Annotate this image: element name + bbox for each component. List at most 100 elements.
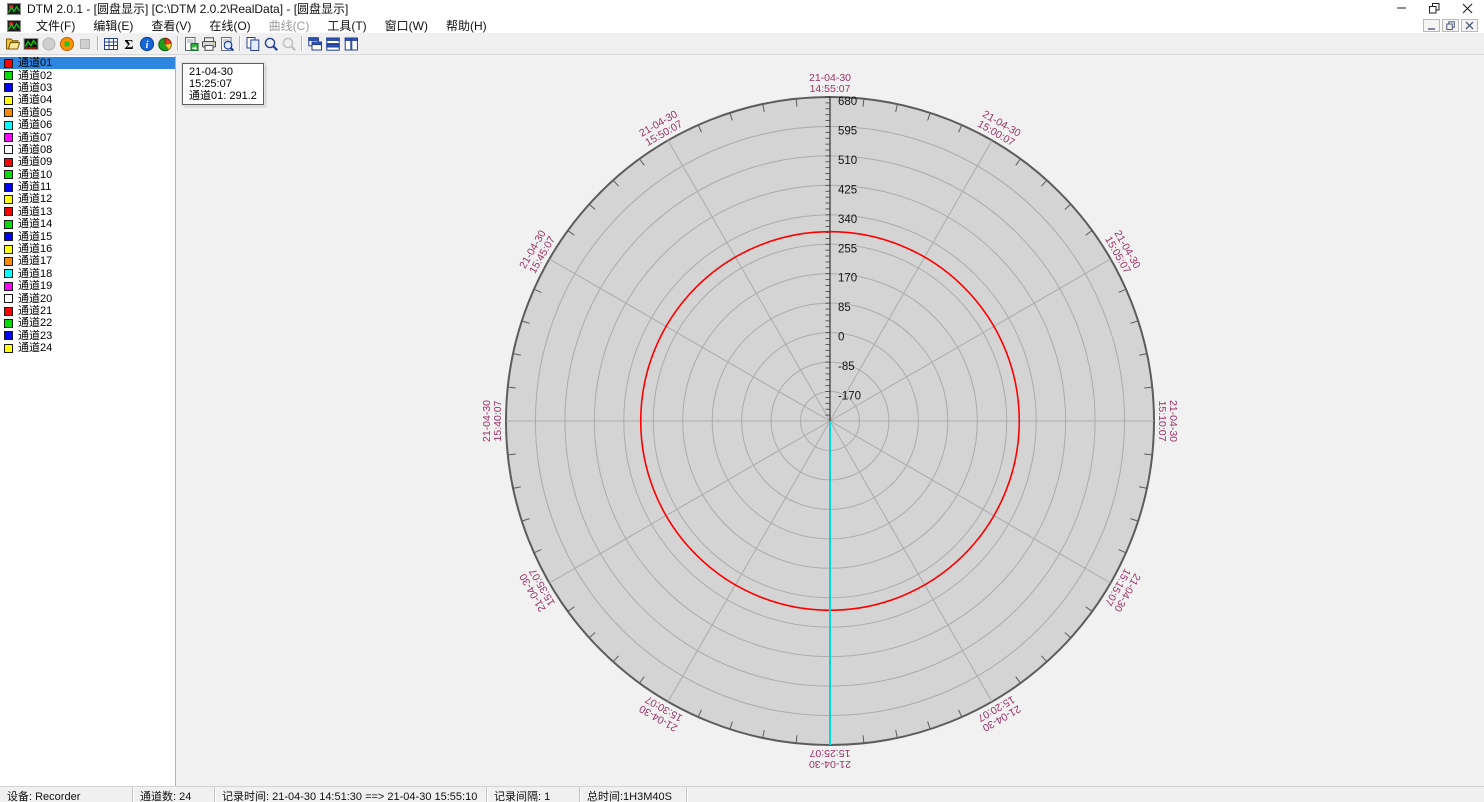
channel-label: 通道15: [18, 231, 52, 243]
value-tick-label: 425: [838, 184, 857, 196]
channel-color-swatch: [4, 245, 13, 254]
menu-item-7[interactable]: 窗口(W): [376, 17, 437, 34]
info-icon[interactable]: i: [138, 35, 156, 53]
channel-item-9[interactable]: 通道09: [0, 156, 175, 168]
channel-item-6[interactable]: 通道06: [0, 119, 175, 131]
copy-icon[interactable]: [244, 35, 262, 53]
channel-item-16[interactable]: 通道16: [0, 243, 175, 255]
channel-color-swatch: [4, 232, 13, 241]
export-icon[interactable]: [182, 35, 200, 53]
toolbar-separator: [239, 36, 241, 51]
cascade-icon[interactable]: [306, 35, 324, 53]
channel-item-4[interactable]: 通道04: [0, 94, 175, 106]
mdi-restore-button[interactable]: [1442, 19, 1459, 32]
channel-label: 通道13: [18, 206, 52, 218]
menu-item-3[interactable]: 查看(V): [142, 17, 200, 34]
channel-color-swatch: [4, 83, 13, 92]
channel-label: 通道14: [18, 218, 52, 230]
open-file-icon[interactable]: [4, 35, 22, 53]
menu-item-4[interactable]: 在线(O): [200, 17, 259, 34]
record-icon[interactable]: [58, 35, 76, 53]
pie-chart-icon[interactable]: [156, 35, 174, 53]
channel-label: 通道01: [18, 57, 52, 69]
menu-bar: 文件(F)编辑(E)查看(V)在线(O)曲线(C)工具(T)窗口(W)帮助(H): [0, 17, 1484, 33]
restore-button[interactable]: [1418, 0, 1451, 17]
value-tooltip: 21-04-30 15:25:07 通道01: 291.2: [182, 63, 264, 105]
minimize-button[interactable]: [1385, 0, 1418, 17]
toolbar-separator: [301, 36, 303, 51]
channel-item-22[interactable]: 通道22: [0, 317, 175, 329]
mdi-child-icon[interactable]: [7, 20, 21, 32]
channel-color-swatch: [4, 108, 13, 117]
menu-item-5: 曲线(C): [260, 17, 319, 34]
status-filler: [687, 787, 1484, 802]
status-bar: 设备: Recorder通道数: 24记录时间: 21-04-30 14:51:…: [0, 786, 1484, 802]
channel-item-3[interactable]: 通道03: [0, 82, 175, 94]
sum-icon[interactable]: Σ: [120, 35, 138, 53]
channel-item-13[interactable]: 通道13: [0, 206, 175, 218]
svg-text:Σ: Σ: [124, 38, 133, 52]
channel-label: 通道23: [18, 330, 52, 342]
channel-label: 通道24: [18, 342, 52, 354]
print-icon[interactable]: [200, 35, 218, 53]
channel-item-2[interactable]: 通道02: [0, 69, 175, 81]
channel-item-18[interactable]: 通道18: [0, 268, 175, 280]
channel-label: 通道20: [18, 293, 52, 305]
mdi-close-button[interactable]: [1461, 19, 1478, 32]
graph-icon[interactable]: [22, 35, 40, 53]
svg-text:i: i: [146, 40, 149, 51]
menu-item-1[interactable]: 文件(F): [27, 17, 84, 34]
channel-label: 通道06: [18, 119, 52, 131]
channel-item-7[interactable]: 通道07: [0, 131, 175, 143]
channel-item-15[interactable]: 通道15: [0, 230, 175, 242]
channel-label: 通道16: [18, 243, 52, 255]
tooltip-channel-value: 通道01: 291.2: [189, 90, 257, 102]
channel-color-swatch: [4, 344, 13, 353]
channel-item-21[interactable]: 通道21: [0, 305, 175, 317]
channel-color-swatch: [4, 96, 13, 105]
tile-vertical-icon[interactable]: [342, 35, 360, 53]
channel-item-5[interactable]: 通道05: [0, 107, 175, 119]
channel-color-swatch: [4, 170, 13, 179]
channel-item-17[interactable]: 通道17: [0, 255, 175, 267]
channel-item-8[interactable]: 通道08: [0, 144, 175, 156]
svg-text:15:40:07: 15:40:07: [492, 400, 504, 441]
table-icon[interactable]: [102, 35, 120, 53]
channel-label: 通道08: [18, 144, 52, 156]
channel-item-12[interactable]: 通道12: [0, 193, 175, 205]
channel-item-19[interactable]: 通道19: [0, 280, 175, 292]
preview-icon[interactable]: [218, 35, 236, 53]
channel-color-swatch: [4, 331, 13, 340]
svg-text:14:55:07: 14:55:07: [810, 83, 851, 95]
channel-item-14[interactable]: 通道14: [0, 218, 175, 230]
disc-chart[interactable]: 680595510425340255170850-85-17021-04-301…: [177, 56, 1484, 786]
channel-item-10[interactable]: 通道10: [0, 169, 175, 181]
status-section-3: 记录时间: 21-04-30 14:51:30 ==> 21-04-30 15:…: [215, 787, 487, 802]
svg-text:15:25:07: 15:25:07: [809, 747, 850, 759]
channel-label: 通道05: [18, 107, 52, 119]
close-button[interactable]: [1451, 0, 1484, 17]
channel-item-1[interactable]: 通道01: [0, 57, 175, 69]
channel-label: 通道02: [18, 70, 52, 82]
channel-label: 通道18: [18, 268, 52, 280]
channel-item-11[interactable]: 通道11: [0, 181, 175, 193]
tile-horizontal-icon[interactable]: [324, 35, 342, 53]
channel-item-23[interactable]: 通道23: [0, 330, 175, 342]
channel-color-swatch: [4, 257, 13, 266]
tooltip-time: 15:25:07: [189, 78, 257, 90]
menu-item-2[interactable]: 编辑(E): [84, 17, 142, 34]
channel-label: 通道09: [18, 156, 52, 168]
channel-item-24[interactable]: 通道24: [0, 342, 175, 354]
menu-item-6[interactable]: 工具(T): [318, 17, 375, 34]
channel-color-swatch: [4, 207, 13, 216]
title-bar: DTM 2.0.1 - [圆盘显示] [C:\DTM 2.0.2\RealDat…: [0, 0, 1484, 17]
zoom-icon[interactable]: [262, 35, 280, 53]
menu-item-8[interactable]: 帮助(H): [437, 17, 496, 34]
channel-label: 通道03: [18, 82, 52, 94]
svg-text:15:10:07: 15:10:07: [1156, 401, 1168, 442]
mdi-minimize-button[interactable]: [1423, 19, 1440, 32]
channel-item-20[interactable]: 通道20: [0, 292, 175, 304]
channel-color-swatch: [4, 133, 13, 142]
channel-label: 通道10: [18, 169, 52, 181]
value-tick-label: 595: [838, 125, 857, 137]
